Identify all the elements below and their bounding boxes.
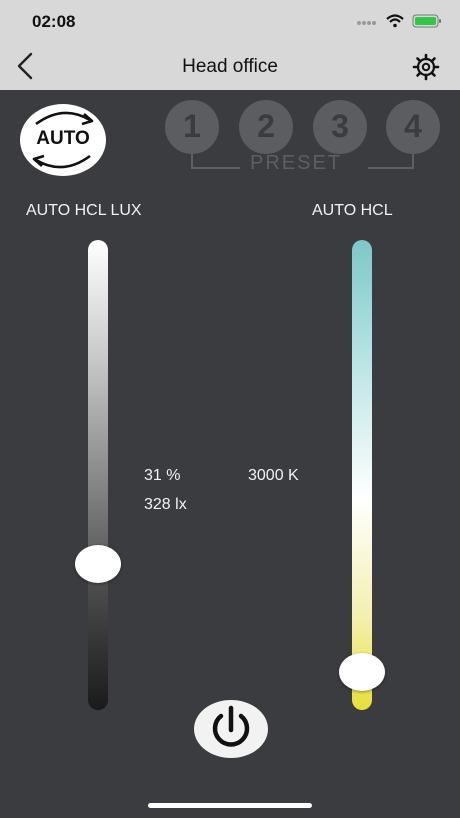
status-icons: [356, 14, 442, 28]
gear-icon: [412, 53, 440, 81]
preset-button-3[interactable]: 3: [313, 100, 367, 154]
preset-button-2[interactable]: 2: [239, 100, 293, 154]
color-temperature-slider-track[interactable]: [352, 240, 372, 710]
preset-button-4[interactable]: 4: [386, 100, 440, 154]
auto-button[interactable]: AUTO: [20, 104, 106, 176]
color-temperature-slider-thumb[interactable]: [339, 653, 385, 691]
page-title: Head office: [182, 56, 278, 77]
preset-label-text: PRESET: [250, 152, 343, 174]
wifi-icon: [386, 14, 404, 28]
status-bar: 02:08: [0, 0, 460, 44]
home-indicator: [148, 803, 312, 808]
auto-label: AUTO: [36, 128, 90, 149]
brightness-slider-track[interactable]: [88, 240, 108, 710]
preset-number: 4: [404, 108, 422, 144]
lux-readout: 328 lx: [144, 496, 187, 513]
left-slider-label: AUTO HCL LUX: [26, 202, 142, 219]
preset-number: 1: [183, 108, 201, 144]
preset-button-1[interactable]: 1: [165, 100, 219, 154]
nav-bar: Head office: [0, 44, 460, 90]
brightness-slider-thumb[interactable]: [75, 545, 121, 583]
right-slider-label: AUTO HCL: [312, 202, 393, 219]
power-button[interactable]: [194, 700, 268, 758]
kelvin-readout: 3000 K: [248, 467, 299, 484]
preset-number: 2: [257, 108, 275, 144]
power-icon: [212, 705, 250, 747]
status-time: 02:08: [32, 12, 76, 31]
battery-icon: [412, 14, 441, 28]
brightness-percent-readout: 31 %: [144, 467, 181, 484]
preset-number: 3: [331, 108, 349, 144]
preset-group-label: PRESET: [190, 150, 415, 174]
cellular-signal-icon: [357, 21, 376, 25]
settings-button[interactable]: [412, 53, 440, 81]
